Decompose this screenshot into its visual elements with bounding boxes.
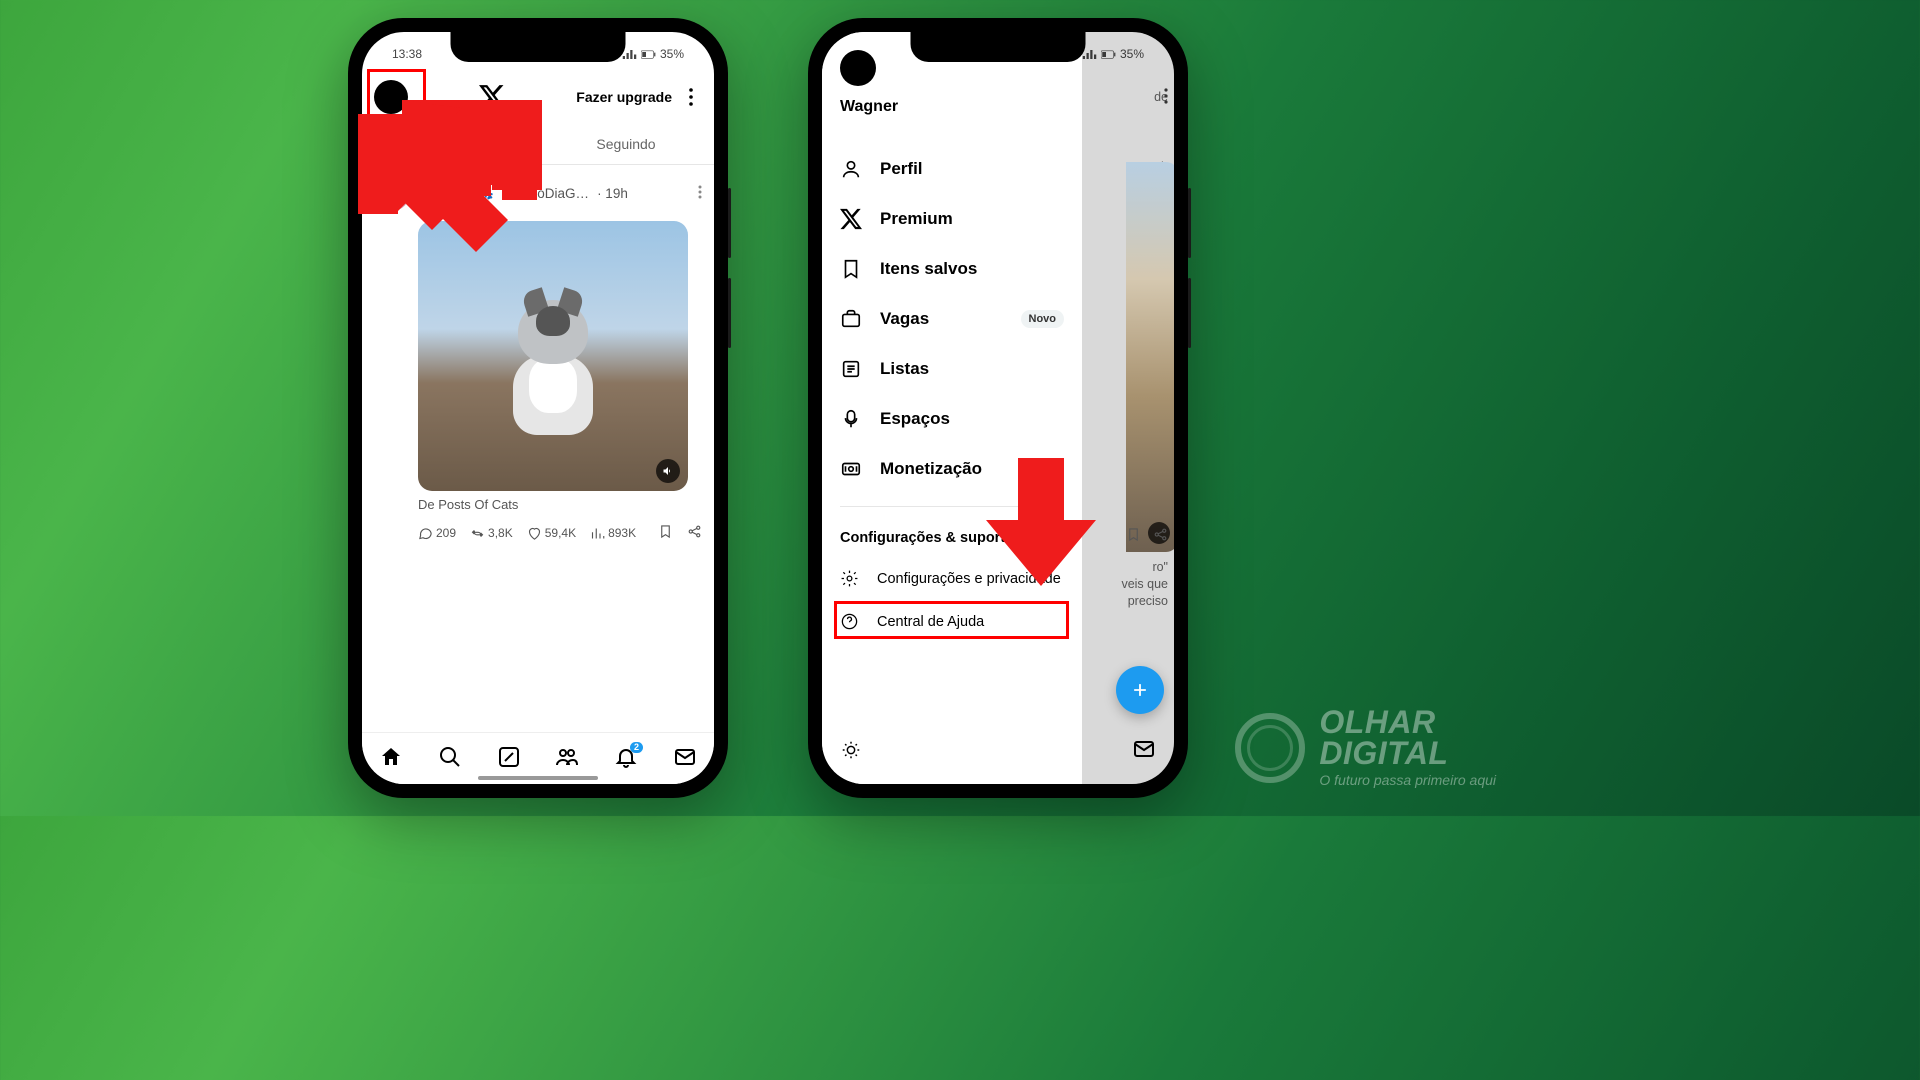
notification-badge: 2	[630, 742, 643, 753]
menu-item-monetization[interactable]: Monetização	[840, 444, 1064, 494]
watermark-tagline: O futuro passa primeiro aqui	[1319, 772, 1496, 788]
post-header[interactable]: To inhos 🐾 @TodoDiaG… · 19h	[374, 175, 702, 211]
post-more-icon[interactable]	[698, 185, 702, 202]
menu-label: Monetização	[880, 459, 982, 479]
views-button[interactable]: 893K	[590, 526, 636, 541]
menu-item-profile[interactable]: Perfil	[840, 144, 1064, 194]
nav-search-icon[interactable]	[438, 745, 462, 774]
navigation-drawer: Wagner Perfil Premium Itens salvos	[822, 32, 1082, 784]
like-button[interactable]: 59,4K	[527, 526, 576, 541]
menu-item-spaces[interactable]: Espaços	[840, 394, 1064, 444]
menu-label: Perfil	[880, 159, 923, 179]
phone-1-frame: 13:38 35% Fazer upgrade P Seg	[348, 18, 728, 798]
backdrop-text: ro"	[1152, 560, 1168, 574]
watermark: OLHAR DIGITAL O futuro passa primeiro aq…	[1235, 707, 1496, 788]
menu-item-settings-privacy[interactable]: Configurações e privacidade	[840, 557, 1064, 600]
menu-label: Espaços	[880, 409, 950, 429]
compose-fab[interactable]	[1116, 666, 1164, 714]
upgrade-button[interactable]: Fazer upgrade	[576, 89, 672, 105]
menu-item-premium[interactable]: Premium	[840, 194, 1064, 244]
nav-messages-icon[interactable]	[673, 745, 697, 774]
status-battery: 35%	[660, 47, 684, 61]
menu-label: Vagas	[880, 309, 929, 329]
menu-label: Itens salvos	[880, 259, 977, 279]
phone-2-frame: 13:38 35% Wagner Perfil	[808, 18, 1188, 798]
drawer-profile-name[interactable]: Wagner	[840, 98, 1064, 116]
status-time: 13:38	[392, 47, 422, 61]
post-author-handle[interactable]: @TodoDiaG…	[502, 186, 589, 201]
post-actions: 209 3,8K 59,4K 893K	[418, 524, 702, 542]
nav-communities-icon[interactable]	[555, 745, 579, 774]
more-menu-icon[interactable]	[680, 88, 702, 106]
theme-toggle-icon[interactable]	[840, 739, 862, 766]
menu-label: Premium	[880, 209, 953, 229]
tab-following[interactable]: Seguindo	[538, 124, 714, 164]
backdrop-text: veis que	[1121, 577, 1168, 591]
home-indicator	[478, 776, 598, 780]
section-label: Configurações & suporte	[840, 530, 1013, 546]
menu-label: Configurações e privacidade	[877, 571, 1061, 587]
menu-label: Listas	[880, 359, 929, 379]
watermark-logo-icon	[1235, 713, 1305, 783]
bookmark-button[interactable]	[658, 524, 673, 542]
menu-label: Central de Ajuda	[877, 614, 984, 630]
backdrop-messages-icon	[1132, 737, 1156, 766]
backdrop-share-icon	[1153, 527, 1168, 542]
settings-support-header[interactable]: Configurações & suporte	[840, 519, 1064, 557]
menu-item-lists[interactable]: Listas	[840, 344, 1064, 394]
post-caption: De Posts Of Cats	[418, 497, 702, 512]
reply-button[interactable]: 209	[418, 526, 456, 541]
post-avatar[interactable]	[374, 175, 410, 211]
tab-for-you[interactable]: P	[362, 124, 538, 164]
chevron-up-icon	[1050, 529, 1064, 547]
drawer-backdrop[interactable]: de · 19h ro" veis que preciso	[1082, 32, 1174, 784]
phone-notch	[911, 32, 1086, 62]
backdrop-media-fragment	[1126, 162, 1174, 552]
divider	[840, 506, 1064, 507]
backdrop-more-icon	[1164, 88, 1168, 104]
watermark-line2: DIGITAL	[1319, 735, 1448, 771]
retweet-button[interactable]: 3,8K	[470, 526, 513, 541]
nav-notifications-icon[interactable]: 2	[614, 745, 638, 774]
phone-notch	[451, 32, 626, 62]
post-time: · 19h	[597, 186, 628, 201]
x-logo-icon[interactable]	[416, 84, 568, 110]
menu-item-jobs[interactable]: Vagas Novo	[840, 294, 1064, 344]
backdrop-bookmark-icon	[1126, 527, 1141, 542]
drawer-avatar[interactable]	[840, 50, 876, 86]
nav-grok-icon[interactable]	[497, 745, 521, 774]
new-badge: Novo	[1021, 310, 1065, 328]
share-button[interactable]	[687, 524, 702, 542]
post-author-name[interactable]: To inhos 🐾	[418, 185, 494, 201]
menu-item-bookmarks[interactable]: Itens salvos	[840, 244, 1064, 294]
profile-avatar[interactable]	[374, 80, 408, 114]
battery-icon	[641, 49, 656, 60]
post-media[interactable]	[418, 221, 688, 491]
nav-home-icon[interactable]	[379, 745, 403, 774]
menu-item-help-center[interactable]: Central de Ajuda	[840, 600, 1064, 643]
backdrop-text: preciso	[1128, 594, 1168, 608]
sound-toggle-icon[interactable]	[656, 459, 680, 483]
